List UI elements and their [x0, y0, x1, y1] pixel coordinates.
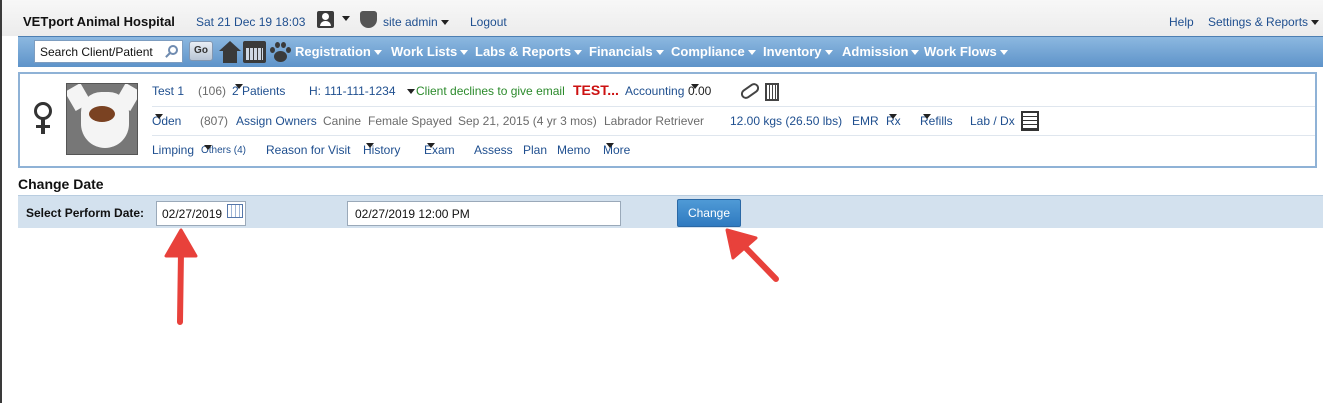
- annotation-arrows: [164, 228, 779, 325]
- arrow-up-icon: [164, 228, 198, 325]
- arrow-diagonal-icon: [725, 228, 779, 282]
